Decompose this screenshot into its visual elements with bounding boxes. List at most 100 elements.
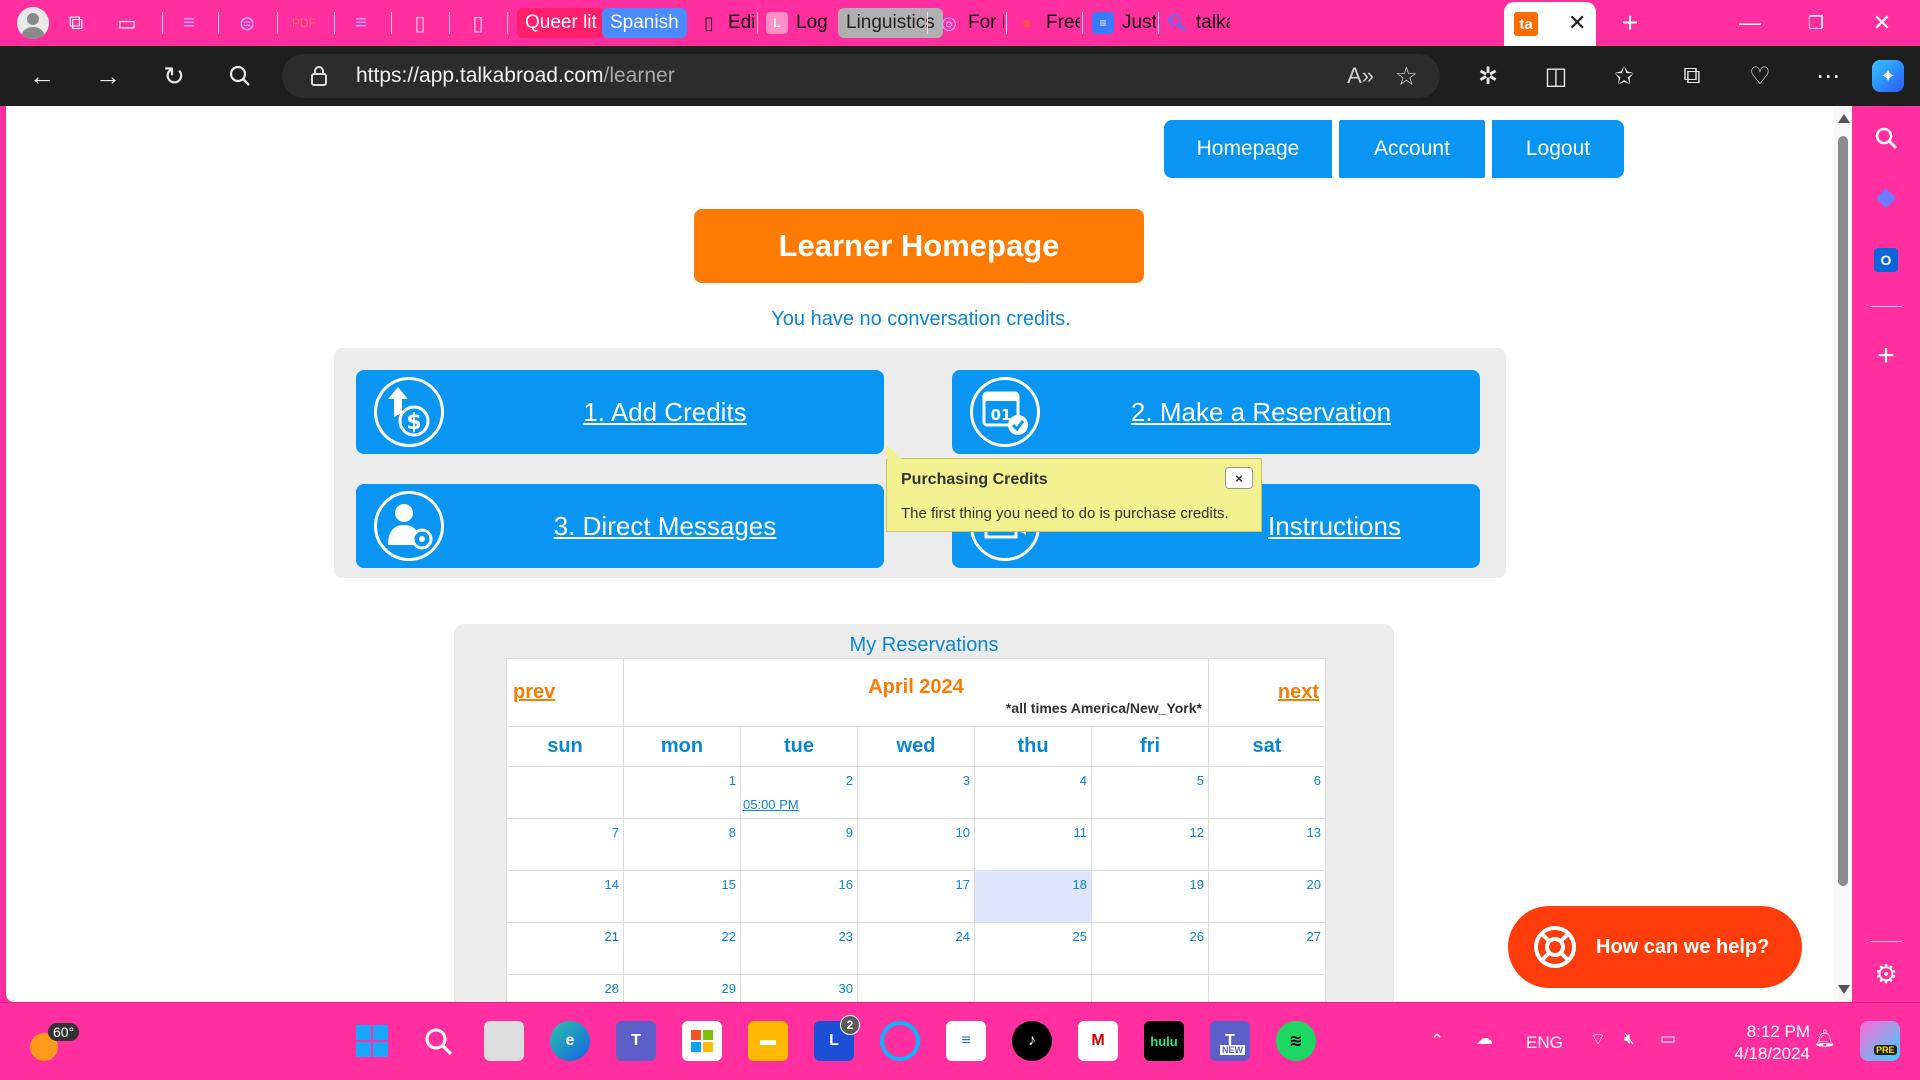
favorites-icon[interactable]: ✩ [1608,60,1640,92]
clock[interactable]: 8:12 PM 4/18/2024 [1700,1021,1810,1065]
calendar-day-cell[interactable]: 28 [506,974,624,1002]
outlook-icon[interactable]: O [1866,240,1906,280]
prev-month-link[interactable]: prev [507,681,561,703]
cortana-icon[interactable] [880,1021,920,1061]
direct-messages-button[interactable]: 3. Direct Messages [356,484,884,568]
calendar-day-cell[interactable]: 15 [623,870,741,923]
calendar-day-cell[interactable]: 21 [506,922,624,975]
calendar-day-cell[interactable]: 17 [857,870,975,923]
calendar-day-cell[interactable]: 27 [1208,922,1326,975]
calendar-day-cell[interactable]: 10 [857,818,975,871]
pdf-tab-icon[interactable]: PDF [290,9,318,37]
add-sidebar-app-icon[interactable]: + [1866,336,1906,376]
minimize-icon[interactable]: — [1720,6,1780,40]
tooltip-close-button[interactable]: × [1225,467,1253,489]
calendar-day-cell[interactable]: 22 [623,922,741,975]
copilot-icon[interactable]: ✦ [1872,60,1904,92]
search-icon[interactable] [220,58,260,94]
calendar-day-cell[interactable]: 1 [623,766,741,819]
scroll-up-icon[interactable] [1838,114,1850,123]
weather-widget[interactable]: 60° [26,1023,80,1063]
calendar-day-cell[interactable]: 13 [1208,818,1326,871]
back-icon[interactable]: ← [22,58,62,94]
sidebar-search-icon[interactable] [1866,118,1906,158]
tab-group-spanish[interactable]: Spanish [602,8,687,38]
calendar-day-cell[interactable]: 5 [1091,766,1209,819]
profile-avatar[interactable] [17,7,49,39]
new-tab-icon[interactable]: + [1600,6,1660,40]
more-menu-icon[interactable]: ⋯ [1812,60,1844,92]
scroll-thumb[interactable] [1838,136,1848,886]
account-button[interactable]: Account [1339,120,1485,178]
tiktok-icon[interactable]: ♪ [1012,1021,1052,1061]
workspaces-icon[interactable]: ⧉ [62,9,90,37]
reservation-time-link[interactable]: 05:00 PM [743,797,799,812]
scroll-down-icon[interactable] [1838,985,1850,994]
doc-tab-icon[interactable]: ≡ [175,9,203,37]
help-chat-button[interactable]: How can we help? [1508,906,1802,988]
add-credits-button[interactable]: $ 1. Add Credits [356,370,884,454]
calendar-day-cell[interactable]: 8 [623,818,741,871]
collections-icon[interactable]: ⧉ [1676,60,1708,92]
calendar-day-cell[interactable]: 14 [506,870,624,923]
calendar-day-cell[interactable]: 23 [740,922,858,975]
address-bar[interactable]: https://app.talkabroad.com/learner A» ☆ [282,54,1440,98]
ms-store-icon[interactable] [682,1021,722,1061]
doc-tab-icon[interactable]: ≡ [347,9,375,37]
taskbar-search-icon[interactable] [418,1021,458,1061]
tab-group-queer-lit[interactable]: Queer lit [517,8,605,38]
calendar-day-cell[interactable]: 29 [623,974,741,1002]
calendar-day-cell[interactable]: 25 [974,922,1092,975]
volume-muted-icon[interactable]: 🔇︎ [1624,1029,1635,1049]
teams-icon[interactable]: T [616,1021,656,1061]
notifications-icon[interactable]: 🔔︎ [1814,1029,1836,1049]
page-scrollbar[interactable] [1834,106,1852,1002]
tab-login[interactable]: L Login [760,6,828,40]
doc-tab-icon[interactable]: ⊜ [233,9,261,37]
task-view-icon[interactable] [484,1021,524,1061]
calendar-day-cell[interactable]: 26 [1091,922,1209,975]
calendar-day-cell[interactable]: 2 05:00 PM [740,766,858,819]
browser-essentials-icon[interactable]: ♡ [1744,60,1776,92]
calendar-day-cell[interactable]: 3 [857,766,975,819]
next-month-link[interactable]: next [1272,681,1325,703]
restore-icon[interactable]: ❐ [1786,6,1846,40]
tab-justif[interactable]: ≡ Justif [1086,6,1156,40]
tray-overflow-icon[interactable]: ⌃ [1430,1031,1444,1051]
tab-for-p[interactable]: ◎ For P [932,6,1004,40]
teams-new-icon[interactable]: T NEW [1210,1021,1250,1061]
favorite-star-icon[interactable]: ☆ [1395,61,1418,92]
calendar-day-cell[interactable]: 6 [1208,766,1326,819]
logout-button[interactable]: Logout [1492,120,1624,178]
make-reservation-button[interactable]: 01 2. Make a Reservation [952,370,1480,454]
calendar-day-cell[interactable]: 7 [506,818,624,871]
tab-freec[interactable]: ● Freec [1010,6,1080,40]
edge-taskbar-icon[interactable]: e [550,1021,590,1061]
calendar-day-cell[interactable]: 24 [857,922,975,975]
calendar-day-cell[interactable]: 4 [974,766,1092,819]
calendar-day-cell[interactable]: 16 [740,870,858,923]
wifi-icon[interactable]: ⌔ [1590,1029,1606,1050]
forward-icon[interactable]: → [88,58,128,94]
copilot-pre-icon[interactable]: PRE [1860,1021,1900,1061]
calendar-day-cell[interactable]: 30 [740,974,858,1002]
language-indicator[interactable]: ENG [1526,1033,1563,1053]
spotify-icon[interactable]: ≋ [1276,1021,1316,1061]
file-explorer-icon[interactable]: ▬ [748,1021,788,1061]
close-window-icon[interactable]: ✕ [1852,6,1912,40]
tab-active-talkabroad[interactable]: ta ✕ [1504,2,1596,46]
page-tab-icon[interactable]: ▯ [464,9,492,37]
read-aloud-icon[interactable]: A» [1347,63,1374,89]
extensions-icon[interactable]: ✲ [1472,60,1504,92]
tab-edit[interactable]: ▯ Edit F [692,6,754,40]
tab-talka[interactable]: 🔍︎ talka [1160,6,1230,40]
learning-app-icon[interactable]: L 2 [814,1015,860,1061]
page-tab-icon[interactable]: ▯ [406,9,434,37]
sidebar-settings-icon[interactable]: ⚙ [1866,954,1906,994]
battery-icon[interactable]: ▭ [1660,1029,1676,1049]
start-windows-icon[interactable] [352,1021,392,1061]
notes-app-icon[interactable]: ≡ [946,1021,986,1061]
calendar-day-cell[interactable]: 12 [1091,818,1209,871]
split-screen-icon[interactable]: ◫ [1540,60,1572,92]
calendar-day-cell[interactable]: 19 [1091,870,1209,923]
